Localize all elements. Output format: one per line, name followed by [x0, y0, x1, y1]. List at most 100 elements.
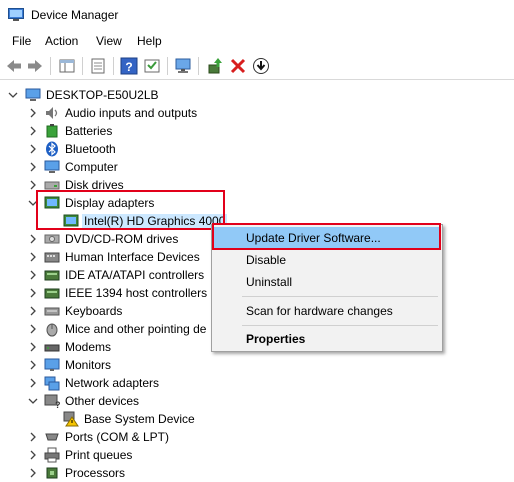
computer-icon [25, 88, 41, 101]
other-devices-icon: ? [44, 394, 60, 409]
menu-help[interactable]: Help [137, 34, 162, 48]
tree-item-bluetooth[interactable]: Bluetooth [0, 140, 514, 158]
chevron-right-icon[interactable] [28, 305, 38, 317]
chevron-right-icon[interactable] [28, 431, 38, 443]
tree-item-label: Base System Device [84, 412, 195, 426]
tree-item-label: Batteries [65, 124, 113, 138]
svg-text:?: ? [125, 60, 132, 74]
tree-item-computer[interactable]: Computer [0, 158, 514, 176]
chevron-right-icon[interactable] [28, 161, 38, 173]
chevron-right-icon[interactable] [28, 359, 38, 371]
tree-item-batteries[interactable]: Batteries [0, 122, 514, 140]
hid-icon [44, 252, 60, 263]
tree-item-label: Audio inputs and outputs [65, 106, 198, 120]
chevron-down-icon[interactable] [28, 395, 38, 407]
menu-item-label: Scan for hardware changes [246, 304, 393, 318]
tree-item-audio[interactable]: Audio inputs and outputs [0, 104, 514, 122]
warning-icon [63, 411, 79, 427]
keyboard-icon [44, 307, 60, 316]
tree-item-print-queues[interactable]: Print queues [0, 446, 514, 464]
chevron-right-icon[interactable] [28, 287, 38, 299]
menu-item-properties[interactable]: Properties [214, 328, 440, 350]
ieee-icon [44, 288, 60, 299]
menu-item-label: Properties [246, 332, 306, 346]
dvd-icon [44, 234, 60, 244]
tree-item-label: Print queues [65, 448, 133, 462]
menu-bar: File Action View Help [0, 31, 514, 52]
menu-item-label: Uninstall [246, 275, 293, 289]
tree-item-label: DVD/CD-ROM drives [65, 232, 179, 246]
window-title: Device Manager [31, 8, 119, 22]
chevron-right-icon[interactable] [28, 323, 38, 335]
help-icon[interactable]: ? [120, 57, 138, 75]
tree-item-label: Mice and other pointing de [65, 322, 207, 336]
highlight-box-display-adapters [36, 190, 225, 230]
chevron-right-icon[interactable] [28, 107, 38, 119]
highlight-box-update-driver [212, 223, 441, 250]
monitor-icon [44, 358, 60, 371]
tree-item-label: IEEE 1394 host controllers [65, 286, 208, 300]
tree-item-label: Network adapters [65, 376, 160, 390]
tree-root[interactable]: DESKTOP-E50U2LB [0, 86, 514, 104]
bluetooth-icon [46, 141, 58, 157]
menu-item-uninstall[interactable]: Uninstall [214, 271, 440, 293]
menu-item-disable[interactable]: Disable [214, 249, 440, 271]
tree-item-label: Processors [65, 466, 126, 480]
tree-item-label: Ports (COM & LPT) [65, 430, 170, 444]
scan-hardware-icon[interactable] [174, 57, 192, 75]
svg-text:?: ? [55, 400, 60, 409]
menu-view[interactable]: View [96, 34, 122, 48]
chevron-right-icon[interactable] [28, 467, 38, 479]
modem-icon [44, 344, 60, 352]
chevron-right-icon[interactable] [28, 125, 38, 137]
menu-item-scan[interactable]: Scan for hardware changes [214, 300, 440, 322]
battery-icon [46, 124, 58, 138]
port-icon [45, 433, 59, 441]
tree-item-label: Monitors [65, 358, 112, 372]
tree-item-ports[interactable]: Ports (COM & LPT) [0, 428, 514, 446]
tree-item-processors[interactable]: Processors [0, 464, 514, 482]
network-icon [44, 376, 60, 391]
show-hide-console-tree-icon[interactable] [58, 57, 76, 75]
toolbar: ? [0, 52, 514, 80]
chevron-right-icon[interactable] [28, 449, 38, 461]
tree-item-label: Modems [65, 340, 112, 354]
tree-item-monitors[interactable]: Monitors [0, 356, 514, 374]
title-bar: Device Manager [0, 0, 514, 31]
chevron-right-icon[interactable] [28, 377, 38, 389]
menu-file[interactable]: File [12, 34, 31, 48]
back-arrow-icon[interactable] [5, 57, 23, 75]
tree-item-label: Other devices [65, 394, 140, 408]
device-manager-icon [8, 8, 24, 21]
action-pane-icon[interactable] [143, 57, 161, 75]
forward-arrow-icon[interactable] [26, 57, 44, 75]
tree-item-other-devices[interactable]: ? Other devices [0, 392, 514, 410]
menu-separator [242, 325, 438, 326]
tree-item-label: Keyboards [65, 304, 123, 318]
tree-item-network[interactable]: Network adapters [0, 374, 514, 392]
tree-item-label: Computer [65, 160, 118, 174]
computer-icon [44, 160, 60, 173]
enable-device-icon[interactable] [252, 57, 270, 75]
uninstall-icon[interactable] [229, 57, 247, 75]
mouse-icon [46, 323, 58, 337]
tree-item-base-system-device[interactable]: Base System Device [0, 410, 514, 428]
tree-root-label: DESKTOP-E50U2LB [46, 88, 159, 102]
tree-item-label: Bluetooth [65, 142, 116, 156]
processor-icon [46, 467, 58, 479]
menu-action[interactable]: Action [45, 34, 78, 48]
tree-item-label: Human Interface Devices [65, 250, 200, 264]
printer-icon [44, 447, 60, 463]
properties-icon[interactable] [89, 57, 107, 75]
tree-item-label: IDE ATA/ATAPI controllers [65, 268, 205, 282]
chevron-down-icon[interactable] [8, 89, 18, 101]
update-driver-icon[interactable] [206, 57, 224, 75]
chevron-right-icon[interactable] [28, 143, 38, 155]
chevron-right-icon[interactable] [28, 269, 38, 281]
menu-separator [242, 296, 438, 297]
chevron-right-icon[interactable] [28, 341, 38, 353]
speaker-icon [46, 107, 58, 119]
chevron-right-icon[interactable] [28, 233, 38, 245]
menu-item-label: Disable [246, 253, 287, 267]
chevron-right-icon[interactable] [28, 251, 38, 263]
